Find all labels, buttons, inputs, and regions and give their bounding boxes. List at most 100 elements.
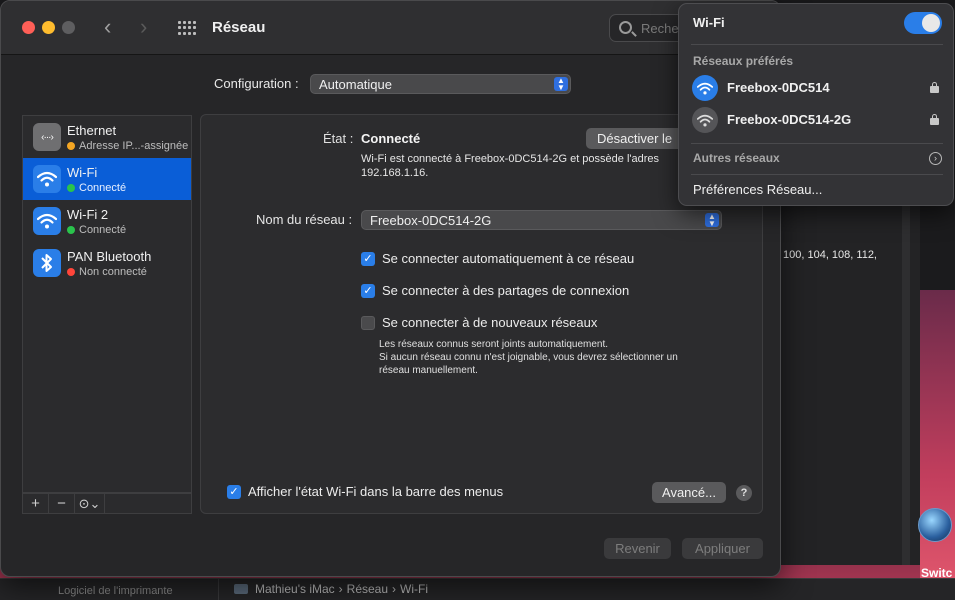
ethernet-icon: ‹···› xyxy=(33,123,61,151)
search-placeholder: Recher xyxy=(641,21,683,36)
service-item-wifi-2[interactable]: Wi-Fi 2 Connecté xyxy=(23,200,191,242)
zoom-button[interactable] xyxy=(62,21,75,34)
finder-divider xyxy=(218,579,219,600)
back-button[interactable]: ‹ xyxy=(104,15,111,39)
service-name: Ethernet xyxy=(67,123,117,138)
status-dot-icon xyxy=(67,184,75,192)
bluetooth-icon xyxy=(33,249,61,277)
ask-networks-hint: Les réseaux connus seront joints automat… xyxy=(379,338,678,377)
service-name: Wi-Fi 2 xyxy=(67,207,109,222)
titlebar: ‹ › Réseau Recher xyxy=(1,1,780,55)
network-item-freebox[interactable]: Freebox-0DC514 xyxy=(679,73,953,103)
network-name-label: Nom du réseau : xyxy=(256,212,353,227)
apply-button[interactable]: Appliquer xyxy=(682,538,763,559)
ip-address: 192.168.1.16. xyxy=(361,167,429,179)
forward-button[interactable]: › xyxy=(140,15,147,39)
revert-button[interactable]: Revenir xyxy=(604,538,671,559)
menu-divider xyxy=(691,174,943,175)
status-label: État : xyxy=(323,131,354,146)
service-item-ethernet[interactable]: ‹···› Ethernet Adresse IP...-assignée xyxy=(23,116,191,158)
service-status-text: Connecté xyxy=(79,182,127,194)
service-status: Non connecté xyxy=(67,266,147,278)
wifi-icon xyxy=(33,165,61,193)
service-status-text: Adresse IP...-assignée xyxy=(79,140,189,152)
wifi-icon xyxy=(692,75,718,101)
configuration-popup[interactable]: Automatique ▲ ▼ xyxy=(310,74,571,94)
advanced-button[interactable]: Avancé... xyxy=(652,482,726,503)
network-name: Freebox-0DC514-2G xyxy=(727,112,852,127)
hotspot-checkbox[interactable]: ✓ Se connecter à des partages de connexi… xyxy=(361,283,629,298)
help-button[interactable]: ? xyxy=(736,485,752,501)
preferred-networks-label: Réseaux préférés xyxy=(693,54,794,68)
unchecked-box-icon xyxy=(361,315,375,330)
network-preferences-item[interactable]: Préférences Réseau... xyxy=(693,182,822,197)
network-name-popup[interactable]: Freebox-0DC514-2G ▲ ▼ xyxy=(361,210,722,230)
checkmark-icon: ✓ xyxy=(361,251,375,266)
checkbox-label: Afficher l'état Wi-Fi dans la barre des … xyxy=(248,484,504,499)
show-all-grid-icon[interactable] xyxy=(178,21,196,35)
auto-join-checkbox[interactable]: ✓ Se connecter automatiquement à ce rése… xyxy=(361,251,634,266)
minimize-button[interactable] xyxy=(42,21,55,34)
remove-service-button[interactable]: − xyxy=(49,494,75,513)
service-name: PAN Bluetooth xyxy=(67,249,152,264)
breadcrumb-item[interactable]: Réseau xyxy=(347,582,388,596)
wifi-menu: Wi-Fi Réseaux préférés Freebox-0DC514 Fr… xyxy=(678,3,954,206)
service-list-toolbar: + − ⊙⌄ xyxy=(22,493,192,514)
hint-line: Les réseaux connus seront joints automat… xyxy=(379,339,609,350)
ask-new-networks-checkbox[interactable]: Se connecter à de nouveaux réseaux xyxy=(361,315,597,330)
background-window: 100, 104, 108, 112, xyxy=(780,205,920,565)
service-item-wifi[interactable]: Wi-Fi Connecté xyxy=(23,158,191,200)
hint-line: réseau manuellement. xyxy=(379,365,478,376)
checkmark-icon: ✓ xyxy=(361,283,375,298)
configuration-label: Configuration : xyxy=(214,76,299,91)
printer-software-label: Logiciel de l'imprimante xyxy=(58,585,173,597)
service-status: Adresse IP...-assignée xyxy=(67,140,188,152)
service-status-text: Non connecté xyxy=(79,266,147,278)
status-dot-icon xyxy=(67,226,75,234)
checkmark-icon: ✓ xyxy=(227,484,241,499)
lock-icon xyxy=(930,82,939,93)
finder-path-bar: Logiciel de l'imprimante Mathieu's iMac … xyxy=(0,578,955,600)
lock-icon xyxy=(930,114,939,125)
background-scrollbar xyxy=(902,205,910,565)
other-networks-item[interactable]: Autres réseaux xyxy=(693,151,780,165)
status-dot-icon xyxy=(67,268,75,276)
add-service-button[interactable]: + xyxy=(23,494,49,513)
checkbox-label: Se connecter à de nouveaux réseaux xyxy=(382,315,598,330)
close-button[interactable] xyxy=(22,21,35,34)
window-title: Réseau xyxy=(212,19,266,36)
breadcrumb-item[interactable]: Mathieu's iMac xyxy=(255,582,335,596)
network-preferences-window: ‹ › Réseau Recher Configuration : Automa… xyxy=(0,0,781,577)
breadcrumb-separator: › xyxy=(392,582,397,596)
checkbox-label: Se connecter automatiquement à ce réseau xyxy=(382,251,635,266)
imac-icon xyxy=(234,584,248,594)
wifi-toggle[interactable] xyxy=(904,12,942,34)
desktop-wallpaper xyxy=(920,290,955,600)
service-status: Connecté xyxy=(67,224,126,236)
menu-divider xyxy=(691,143,943,144)
search-icon xyxy=(619,21,632,34)
updown-arrows-icon: ▲ ▼ xyxy=(554,77,568,92)
network-item-freebox-2g[interactable]: Freebox-0DC514-2G xyxy=(679,105,953,135)
service-status-text: Connecté xyxy=(79,224,127,236)
updown-arrows-icon: ▲ ▼ xyxy=(705,213,719,228)
wifi-icon xyxy=(33,207,61,235)
hint-line: Si aucun réseau connu n'est joignable, v… xyxy=(379,352,678,363)
status-dot-icon xyxy=(67,142,75,150)
wifi-icon xyxy=(692,107,718,133)
action-menu-button[interactable]: ⊙⌄ xyxy=(75,494,105,513)
network-name: Freebox-0DC514 xyxy=(727,80,830,95)
breadcrumb-item[interactable]: Wi-Fi xyxy=(400,582,428,596)
network-name-value: Freebox-0DC514-2G xyxy=(370,213,492,228)
service-item-pan-bluetooth[interactable]: PAN Bluetooth Non connecté xyxy=(23,242,191,284)
chevron-right-icon[interactable]: › xyxy=(929,152,942,165)
show-wifi-status-checkbox[interactable]: ✓ Afficher l'état Wi-Fi dans la barre de… xyxy=(227,484,503,499)
breadcrumb-separator: › xyxy=(338,582,343,596)
breadcrumb: Mathieu's iMac › Réseau › Wi-Fi xyxy=(234,582,428,596)
service-status: Connecté xyxy=(67,182,126,194)
switch-app-icon[interactable] xyxy=(918,508,952,542)
configuration-value: Automatique xyxy=(319,77,392,92)
service-name: Wi-Fi xyxy=(67,165,98,180)
wifi-menu-title: Wi-Fi xyxy=(693,15,725,30)
menu-divider xyxy=(691,44,943,45)
